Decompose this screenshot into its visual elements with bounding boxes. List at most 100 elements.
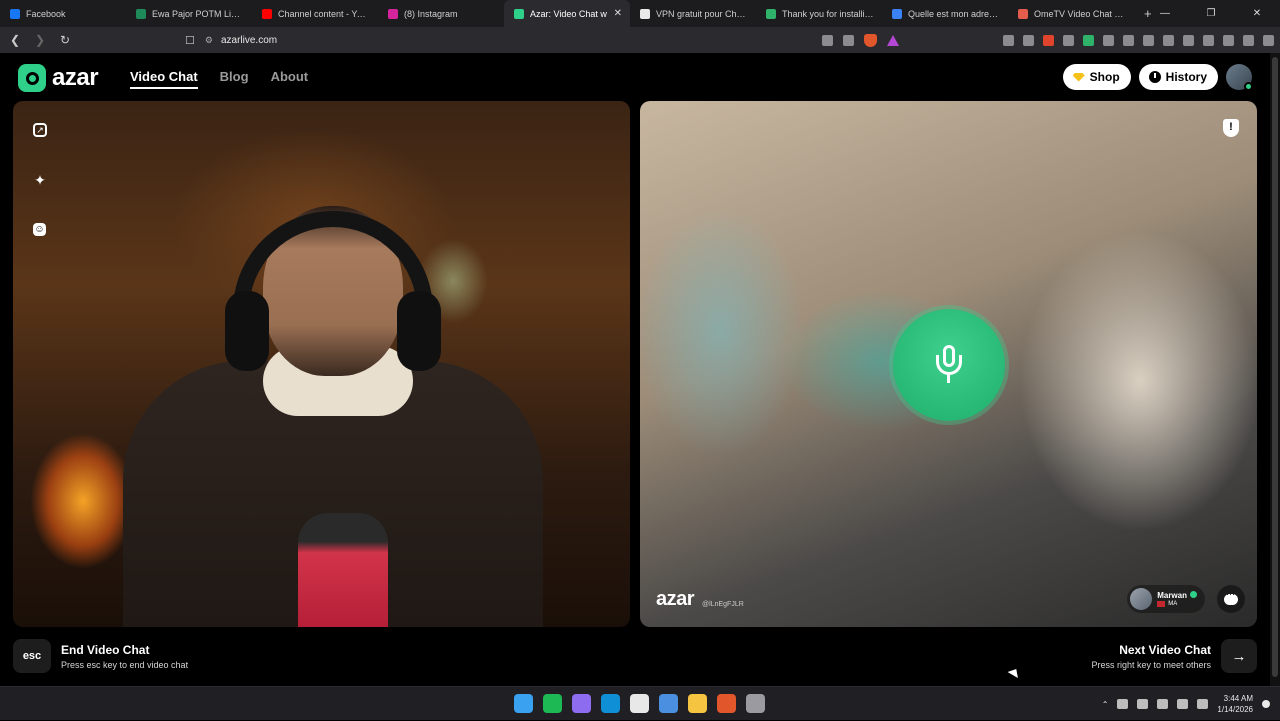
mic-tray-icon[interactable] bbox=[1157, 699, 1169, 709]
online-status-icon bbox=[1244, 82, 1253, 91]
page-scrollbar[interactable] bbox=[1270, 53, 1280, 686]
expand-icon[interactable]: ↗ bbox=[33, 123, 47, 137]
reload-icon[interactable]: ↻ bbox=[55, 33, 75, 47]
browser-tab[interactable]: VPN gratuit pour Chrome bbox=[630, 0, 756, 27]
volume-icon[interactable] bbox=[1197, 699, 1209, 709]
microphone-button[interactable] bbox=[893, 309, 1005, 421]
menu-icon[interactable] bbox=[1263, 34, 1274, 46]
next-arrow-button[interactable]: → bbox=[1221, 639, 1257, 673]
tab-title: Quelle est mon adresse IP bbox=[908, 8, 1000, 19]
back-icon[interactable]: ❮ bbox=[5, 33, 25, 47]
end-chat-control[interactable]: esc End Video Chat Press esc key to end … bbox=[13, 639, 188, 673]
brave-rewards-icon[interactable] bbox=[887, 34, 899, 46]
extension-icon[interactable] bbox=[1023, 34, 1034, 46]
next-chat-hint: Press right key to meet others bbox=[1091, 659, 1211, 670]
clock-icon bbox=[1148, 71, 1161, 83]
next-chat-control[interactable]: Next Video Chat Press right key to meet … bbox=[1091, 639, 1257, 673]
history-button[interactable]: History bbox=[1138, 64, 1218, 90]
download-icon[interactable] bbox=[1143, 34, 1154, 46]
brave-shields-icon[interactable] bbox=[864, 33, 877, 47]
bookmark-icon[interactable]: ☐ bbox=[185, 34, 195, 47]
copilot-icon[interactable] bbox=[572, 694, 591, 713]
maximize-button[interactable]: ❐ bbox=[1188, 0, 1234, 27]
peer-country: MA bbox=[1168, 601, 1178, 607]
spotify-icon[interactable] bbox=[543, 694, 562, 713]
nav-about[interactable]: About bbox=[271, 69, 309, 89]
chat-button[interactable] bbox=[1217, 585, 1245, 613]
sidebar-icon[interactable] bbox=[1183, 34, 1194, 46]
header-actions: Shop History bbox=[1062, 64, 1253, 91]
tab-title: Ewa Pajor POTM Liga F EA bbox=[152, 8, 244, 19]
tab-title: Channel content - YouTub bbox=[278, 8, 370, 19]
face-filter-icon[interactable]: ☺ bbox=[33, 223, 46, 236]
leo-ai-icon[interactable] bbox=[1223, 34, 1234, 46]
close-window-button[interactable]: ✕ bbox=[1234, 0, 1280, 27]
extension-icon[interactable] bbox=[1123, 34, 1134, 46]
extension-icon[interactable] bbox=[1003, 34, 1014, 46]
windows-taskbar: ⌃ 3:44 AM 1/14/2026 bbox=[0, 686, 1280, 720]
share-icon[interactable] bbox=[843, 34, 854, 46]
browser-tab[interactable]: Quelle est mon adresse IP bbox=[882, 0, 1008, 27]
network-icon[interactable] bbox=[1177, 699, 1189, 709]
puzzle-icon[interactable] bbox=[1103, 34, 1114, 46]
browser-tab[interactable]: Ewa Pajor POTM Liga F EA bbox=[126, 0, 252, 27]
browser-tab[interactable]: (8) Instagram bbox=[378, 0, 504, 27]
forward-icon[interactable]: ❯ bbox=[30, 33, 50, 47]
taskbar-clock[interactable]: 3:44 AM 1/14/2026 bbox=[1217, 693, 1253, 715]
main-nav: Video Chat Blog About bbox=[130, 69, 308, 89]
brave-icon[interactable] bbox=[717, 694, 736, 713]
store-icon[interactable] bbox=[659, 694, 678, 713]
extension-icon[interactable] bbox=[1063, 34, 1074, 46]
verified-icon bbox=[1190, 591, 1197, 598]
tab-favicon-icon bbox=[514, 8, 524, 19]
capcut-icon[interactable] bbox=[630, 694, 649, 713]
azar-logo[interactable]: azar bbox=[18, 64, 99, 92]
wallet-icon[interactable] bbox=[1203, 34, 1214, 46]
tab-title: (8) Instagram bbox=[404, 8, 458, 19]
windows-start-icon[interactable] bbox=[514, 694, 533, 713]
shop-button[interactable]: Shop bbox=[1062, 64, 1131, 90]
tab-favicon-icon bbox=[136, 8, 146, 19]
browser-tab[interactable]: Thank you for installing V bbox=[756, 0, 882, 27]
close-tab-icon[interactable]: ✕ bbox=[614, 8, 622, 19]
site-header: azar Video Chat Blog About Shop History bbox=[0, 53, 1270, 101]
report-icon[interactable]: ! bbox=[1223, 119, 1239, 137]
tab-favicon-icon bbox=[388, 8, 398, 19]
file-explorer-icon[interactable] bbox=[688, 694, 707, 713]
browser-tab[interactable]: Azar: Video Chat w ✕ bbox=[504, 0, 630, 27]
tab-favicon-icon bbox=[766, 8, 776, 19]
esc-key[interactable]: esc bbox=[13, 639, 51, 673]
cast-icon[interactable] bbox=[822, 34, 833, 46]
taskbar-apps bbox=[514, 694, 765, 713]
site-info-icon[interactable]: ⚙ bbox=[205, 35, 213, 46]
settings-icon[interactable] bbox=[746, 694, 765, 713]
extensions-bar bbox=[1003, 27, 1274, 53]
download-extension-icon[interactable] bbox=[1043, 34, 1054, 46]
gem-icon bbox=[1072, 72, 1085, 82]
onedrive-icon[interactable] bbox=[1117, 699, 1129, 709]
address-bar[interactable]: ⚙ azarlive.com bbox=[205, 35, 277, 46]
media-icon[interactable] bbox=[1163, 34, 1174, 46]
browser-tab[interactable]: OmeTV Video Chat — Om bbox=[1008, 0, 1134, 27]
nav-video-chat[interactable]: Video Chat bbox=[130, 69, 198, 89]
watermark-logo: azar bbox=[656, 588, 695, 610]
sparkle-effects-icon[interactable]: ✦ bbox=[31, 171, 49, 189]
sync-icon[interactable] bbox=[1137, 699, 1149, 709]
end-chat-title: End Video Chat bbox=[61, 642, 150, 657]
edge-icon[interactable] bbox=[601, 694, 620, 713]
peer-profile-chip[interactable]: Marwan MA bbox=[1127, 585, 1205, 613]
browser-tab[interactable]: Channel content - YouTub bbox=[252, 0, 378, 27]
address-bar-actions bbox=[822, 27, 899, 53]
vpn-extension-icon[interactable] bbox=[1083, 34, 1094, 46]
vpn-icon[interactable] bbox=[1243, 34, 1254, 46]
nav-blog[interactable]: Blog bbox=[220, 69, 249, 89]
profile-avatar[interactable] bbox=[1226, 64, 1253, 91]
shop-label: Shop bbox=[1089, 70, 1120, 84]
minimize-button[interactable]: — bbox=[1142, 0, 1188, 27]
end-chat-hint: Press esc key to end video chat bbox=[61, 659, 189, 670]
show-hidden-icons-icon[interactable]: ⌃ bbox=[1102, 700, 1109, 709]
tab-title: OmeTV Video Chat — Om bbox=[1034, 8, 1126, 19]
browser-tab[interactable]: Facebook bbox=[0, 0, 126, 27]
notification-icon[interactable] bbox=[1262, 700, 1270, 708]
azar-page: azar Video Chat Blog About Shop History bbox=[0, 53, 1270, 686]
